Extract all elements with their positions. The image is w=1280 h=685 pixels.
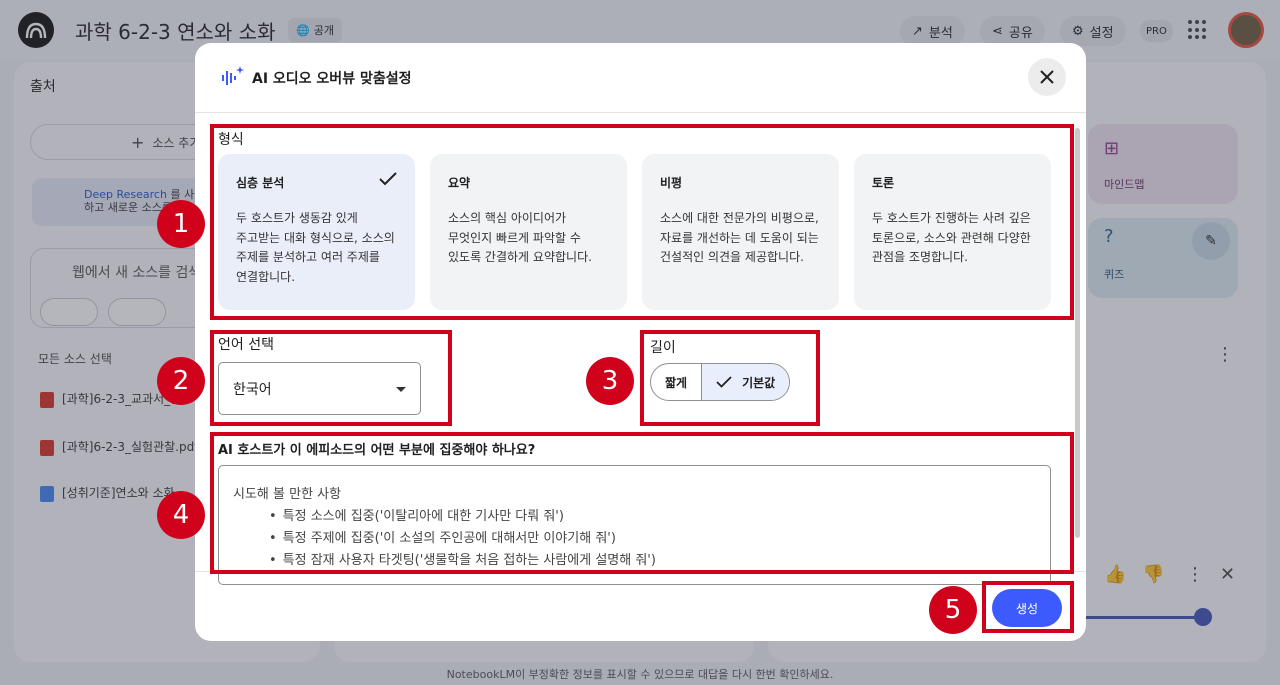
annotation-box-generate <box>982 581 1074 633</box>
annotation-badge-5: 5 <box>929 586 977 634</box>
dialog-header: AI 오디오 오버뷰 맞춤설정 <box>195 43 1086 113</box>
annotation-box-format <box>210 124 1074 320</box>
annotation-badge-3: 3 <box>586 357 634 405</box>
annotation-badge-4: 4 <box>157 491 205 539</box>
annotation-badge-2: 2 <box>157 357 205 405</box>
annotation-box-length <box>640 330 820 426</box>
audio-waveform-sparkle-icon <box>222 66 244 85</box>
annotation-box-focus <box>210 432 1074 574</box>
close-icon <box>1040 70 1054 84</box>
dialog-title: AI 오디오 오버뷰 맞춤설정 <box>252 71 412 87</box>
dialog-scrollbar[interactable] <box>1075 128 1080 538</box>
annotation-badge-1: 1 <box>157 200 205 248</box>
annotation-box-language <box>210 330 452 426</box>
close-button[interactable] <box>1028 58 1066 96</box>
